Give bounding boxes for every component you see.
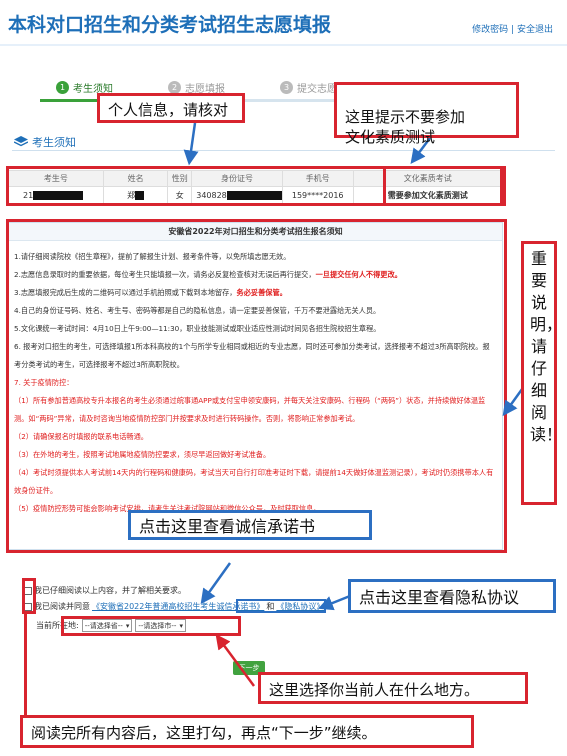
annotation-location-hint: 这里选择你当前人在什么地方。 [258,672,528,704]
annotation-privacy-hint: 点击这里查看隐私协议 [348,579,556,613]
arrow-commitment [200,562,232,605]
arrow-location [215,633,256,687]
annotation-finish-hint: 阅读完所有内容后，这里打勾，再点“下一步”继续。 [20,715,474,748]
arrow-personal-info [183,122,199,166]
finish-hint-connector [24,614,27,716]
annotation-important: 重要说明，请仔细阅读！ [521,241,562,505]
arrow-privacy [318,594,351,611]
annotation-personal-info: 个人信息，请核对 [97,93,245,123]
annotation-no-culture-test: 这里提示不要参加 文化素质测试 [334,82,519,146]
annotation-commitment-hint: 点击这里查看诚信承诺书 [128,510,372,540]
